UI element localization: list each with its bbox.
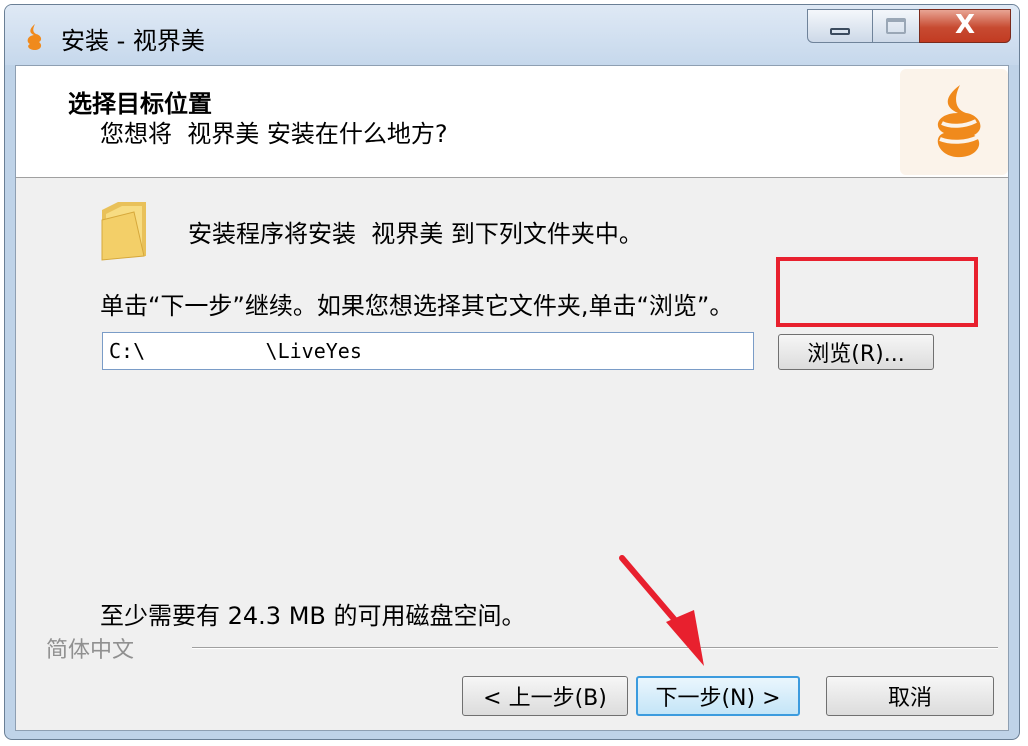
disk-space-text: 至少需要有 24.3 MB 的可用磁盘空间。 [100,602,526,630]
page-subtitle: 您想将 视界美 安装在什么地方? [100,120,448,148]
back-button[interactable]: < 上一步(B) [462,676,628,716]
flame-logo-icon [937,85,981,158]
wizard-header: 选择目标位置 您想将 视界美 安装在什么地方? [16,66,1008,178]
installer-window: 安装 - 视界美 X 选择目标位置 您想将 视界美 安装在什么地方? 安装程序将… [4,4,1020,740]
minimize-icon [830,27,850,35]
close-icon: X [954,10,976,40]
footer-divider [192,647,998,649]
cancel-button[interactable]: 取消 [826,676,994,716]
folder-icon [101,202,146,261]
next-button[interactable]: 下一步(N) > [636,676,800,716]
instruction-text: 单击“下一步”继续。如果您想选择其它文件夹,单击“浏览”。 [100,292,734,320]
maximize-icon [886,18,906,34]
install-path-input[interactable] [102,332,754,370]
browse-button[interactable]: 浏览(R)... [778,334,934,370]
window-title: 安装 - 视界美 [61,27,205,55]
app-flame-icon [27,24,42,50]
maximize-button[interactable] [872,9,920,43]
wizard-logo [900,69,1008,175]
minimize-button[interactable] [807,9,873,43]
close-button[interactable]: X [919,9,1011,43]
wizard-client-area: 选择目标位置 您想将 视界美 安装在什么地方? 安装程序将安装 视界美 到下列文… [15,65,1009,731]
language-label: 简体中文 [46,638,135,663]
title-bar[interactable]: 安装 - 视界美 X [5,5,1019,65]
install-info-text: 安装程序将安装 视界美 到下列文件夹中。 [188,220,643,248]
